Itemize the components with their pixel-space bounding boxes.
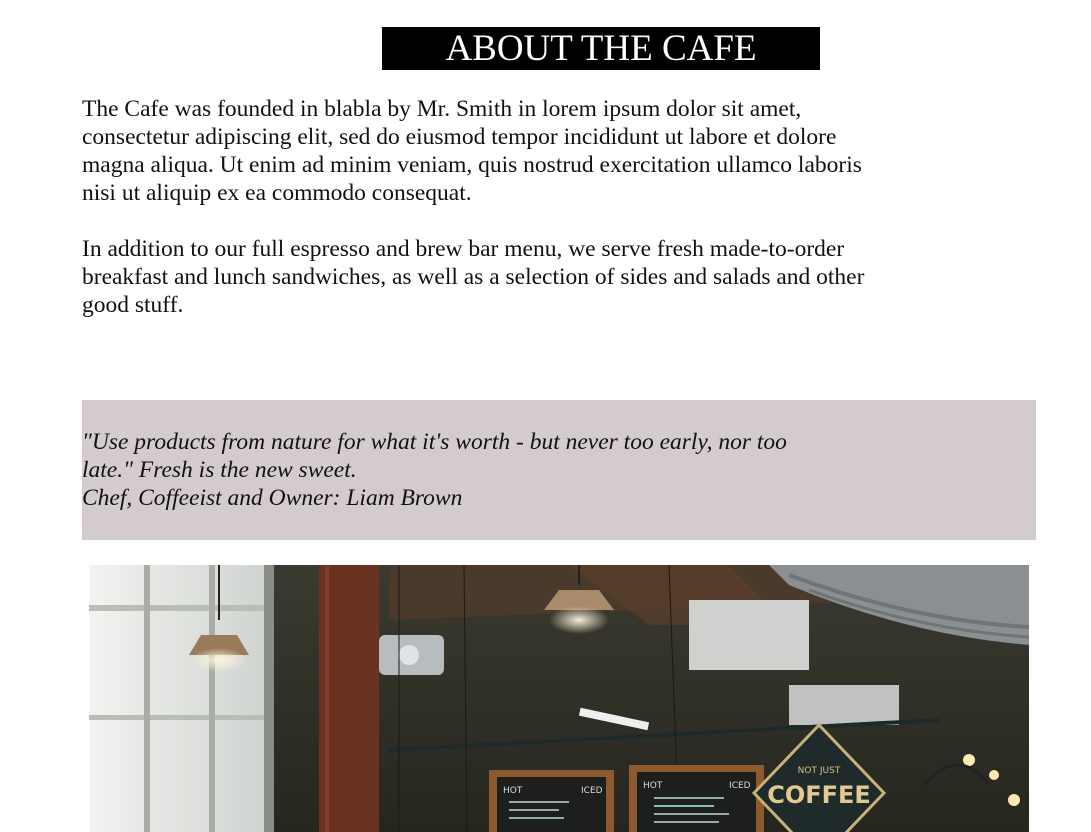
board-label: HOT: [503, 786, 523, 796]
board-label: ICED: [581, 786, 603, 796]
page-title: ABOUT THE CAFE: [445, 28, 757, 69]
quote-attribution: Chef, Coffeeist and Owner: Liam Brown: [82, 485, 463, 511]
page-title-banner: ABOUT THE CAFE: [382, 27, 820, 70]
board-label: HOT: [643, 781, 663, 791]
cafe-interior-illustration: HOT ICED HOT ICED NOT JUST COFFEE: [89, 565, 1029, 832]
svg-text:COFFEE: COFFEE: [767, 781, 871, 809]
about-paragraph-1: The Cafe was founded in blabla by Mr. Sm…: [82, 96, 862, 206]
about-paragraph-2: In addition to our full espresso and bre…: [82, 236, 865, 318]
svg-text:NOT JUST: NOT JUST: [798, 766, 841, 776]
board-label: ICED: [729, 781, 751, 791]
about-section: The Cafe was founded in blabla by Mr. Sm…: [82, 95, 872, 347]
quote-block: "Use products from nature for what it's …: [82, 428, 812, 512]
quote-box: "Use products from nature for what it's …: [82, 400, 1036, 540]
quote-text: "Use products from nature for what it's …: [82, 429, 787, 483]
cafe-interior-photo: HOT ICED HOT ICED NOT JUST COFFEE: [89, 565, 1029, 832]
